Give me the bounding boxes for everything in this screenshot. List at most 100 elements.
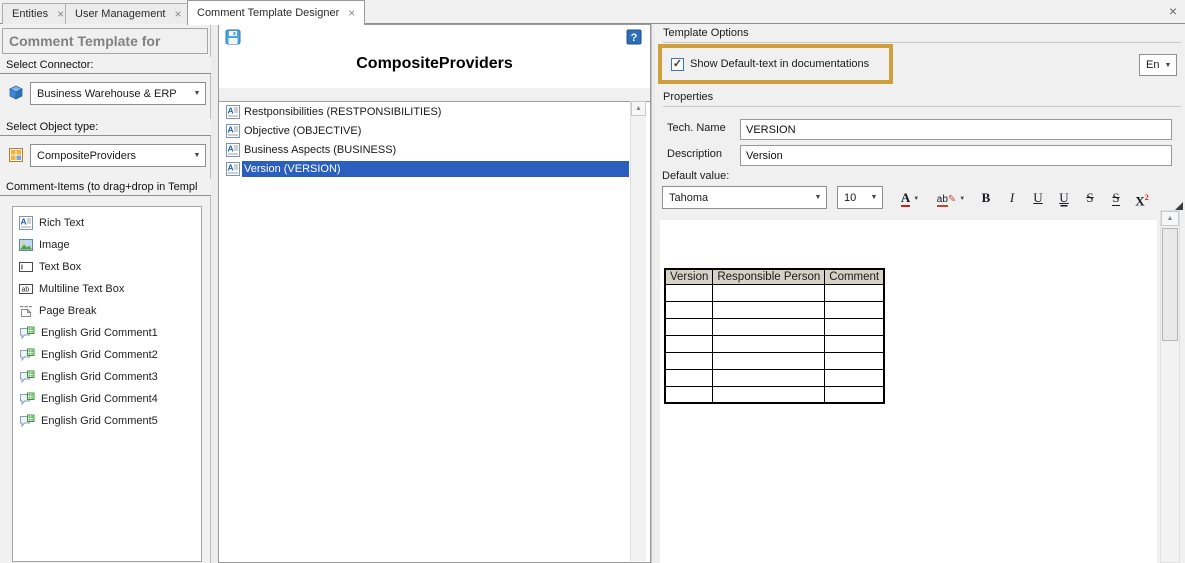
strikethrough-button[interactable]: S: [1078, 186, 1102, 209]
list-item-rich-text[interactable]: A Rich Text: [13, 212, 201, 234]
chevron-down-icon: ▼: [913, 196, 919, 202]
list-item-grid-comment-1[interactable]: English Grid Comment1: [13, 322, 201, 344]
comment-items-header: Comment-Items (to drag+drop in Templ: [0, 179, 211, 196]
grid-comment-icon: [19, 370, 35, 384]
help-button[interactable]: ?: [626, 29, 642, 45]
grid-comment-icon: [19, 414, 35, 428]
underline-button[interactable]: U: [1026, 186, 1050, 209]
tab-bar: Entities × User Management × Comment Tem…: [0, 0, 1185, 24]
close-icon[interactable]: ×: [57, 7, 64, 21]
scrollbar-thumb[interactable]: [1162, 228, 1178, 341]
list-item-multiline-text-box[interactable]: ab Multiline Text Box: [13, 278, 201, 300]
default-value-table: Version Responsible Person Comment: [664, 268, 885, 404]
show-default-text-checkbox[interactable]: ✓: [671, 58, 684, 71]
scroll-up-button[interactable]: ▲: [1161, 211, 1179, 226]
table-empty-row: [665, 369, 884, 386]
connector-dropdown[interactable]: Business Warehouse & ERP ▼: [30, 82, 206, 105]
list-item-grid-comment-3[interactable]: English Grid Comment3: [13, 366, 201, 388]
object-type-dropdown[interactable]: CompositeProviders ▼: [30, 144, 206, 167]
list-item-grid-comment-4[interactable]: English Grid Comment4: [13, 388, 201, 410]
comment-items-list: A Rich Text Image Text Box ab Multiline …: [12, 206, 202, 562]
options-panel: Template Options ✓ Show Default-text in …: [655, 24, 1185, 563]
superscript-button[interactable]: X2: [1130, 186, 1154, 209]
description-label: Description: [667, 148, 722, 162]
chevron-down-icon: ▼: [1160, 62, 1176, 69]
chevron-down-icon: ▼: [959, 196, 965, 202]
list-item-grid-comment-2[interactable]: English Grid Comment2: [13, 344, 201, 366]
rich-text-icon: A: [226, 143, 240, 157]
svg-text:?: ?: [631, 32, 638, 44]
list-item-page-break[interactable]: Page Break: [13, 300, 201, 322]
tab-entities[interactable]: Entities ×: [2, 3, 74, 24]
font-color-button[interactable]: A▼: [893, 186, 927, 209]
template-section-row-business-aspects[interactable]: A Business Aspects (BUSINESS): [219, 140, 650, 159]
grid-comment-icon: [19, 392, 35, 406]
list-item-label: Image: [39, 239, 70, 251]
template-section-row-responsibilities[interactable]: A Restponsibilities (RESTPONSIBILITIES): [219, 102, 650, 121]
column-header: Responsible Person: [713, 269, 825, 284]
object-type-dropdown-value: CompositeProviders: [37, 150, 189, 162]
save-button[interactable]: [225, 29, 241, 45]
object-type-grid-icon: [8, 147, 24, 163]
template-section-row-version[interactable]: A Version (VERSION): [219, 159, 650, 178]
font-size-dropdown[interactable]: 10 ▼: [837, 186, 883, 209]
chevron-down-icon: ▼: [189, 152, 205, 159]
vertical-scrollbar[interactable]: ▲: [1160, 210, 1180, 563]
list-item-label: English Grid Comment2: [41, 349, 158, 361]
chevron-down-icon: ▼: [866, 194, 882, 201]
page-break-icon: [19, 304, 33, 318]
chevron-down-icon: ▼: [189, 90, 205, 97]
svg-text:A: A: [21, 217, 27, 227]
font-name-dropdown[interactable]: Tahoma ▼: [662, 186, 827, 209]
tab-user-management[interactable]: User Management ×: [65, 3, 192, 24]
list-item-label: Page Break: [39, 305, 96, 317]
tech-name-label: Tech. Name: [667, 122, 726, 136]
language-dropdown[interactable]: En ▼: [1139, 54, 1177, 76]
table-empty-row: [665, 335, 884, 352]
bold-button[interactable]: B: [974, 186, 998, 209]
svg-text:ab: ab: [22, 287, 30, 294]
section-label: Business Aspects (BUSINESS): [242, 142, 629, 158]
image-icon: [19, 238, 33, 252]
template-section-row-objective[interactable]: A Objective (OBJECTIVE): [219, 121, 650, 140]
font-toolbar: Tahoma ▼ 10 ▼ A▼ ab✎▼ B I U U S S X2: [662, 186, 1178, 211]
list-item-text-box[interactable]: Text Box: [13, 256, 201, 278]
rich-text-icon: A: [226, 124, 240, 138]
template-options-header: Template Options: [663, 27, 1181, 43]
double-underline-button[interactable]: U: [1052, 186, 1076, 209]
default-value-label: Default value:: [662, 170, 729, 184]
select-object-type-header: Select Object type:: [0, 119, 211, 136]
properties-header: Properties: [663, 91, 1181, 107]
text-box-icon: [19, 260, 33, 274]
list-item-label: English Grid Comment4: [41, 393, 158, 405]
select-connector-header: Select Connector:: [0, 57, 211, 74]
comment-template-designer-window: Entities × User Management × Comment Tem…: [0, 0, 1185, 563]
tab-label: User Management: [75, 8, 166, 20]
toolbar-overflow-grip[interactable]: [1175, 202, 1183, 210]
chevron-down-icon: ▼: [810, 194, 826, 201]
scroll-up-button[interactable]: ▲: [631, 101, 646, 116]
close-icon[interactable]: ×: [348, 6, 355, 20]
italic-button[interactable]: I: [1000, 186, 1024, 209]
svg-text:A: A: [228, 105, 234, 115]
save-icon: [225, 29, 241, 45]
tab-comment-template-designer[interactable]: Comment Template Designer ×: [187, 0, 365, 25]
divider: [219, 88, 650, 101]
close-icon[interactable]: ×: [1169, 3, 1177, 19]
close-icon[interactable]: ×: [175, 7, 182, 21]
connector-cube-icon: [8, 85, 24, 101]
grid-comment-icon: [19, 326, 35, 340]
svg-text:A: A: [228, 124, 234, 134]
highlight-color-button[interactable]: ab✎▼: [932, 186, 970, 209]
double-strikethrough-button[interactable]: S: [1104, 186, 1128, 209]
table-empty-row: [665, 386, 884, 403]
default-value-editor[interactable]: Version Responsible Person Comment: [660, 220, 1157, 563]
list-item-grid-comment-5[interactable]: English Grid Comment5: [13, 410, 201, 432]
list-item-label: Multiline Text Box: [39, 283, 124, 295]
panel-splitter[interactable]: [211, 24, 218, 563]
tech-name-input[interactable]: [740, 119, 1172, 140]
list-item-image[interactable]: Image: [13, 234, 201, 256]
description-input[interactable]: [740, 145, 1172, 166]
vertical-scrollbar[interactable]: ▲: [630, 101, 646, 561]
font-size-value: 10: [844, 192, 866, 204]
